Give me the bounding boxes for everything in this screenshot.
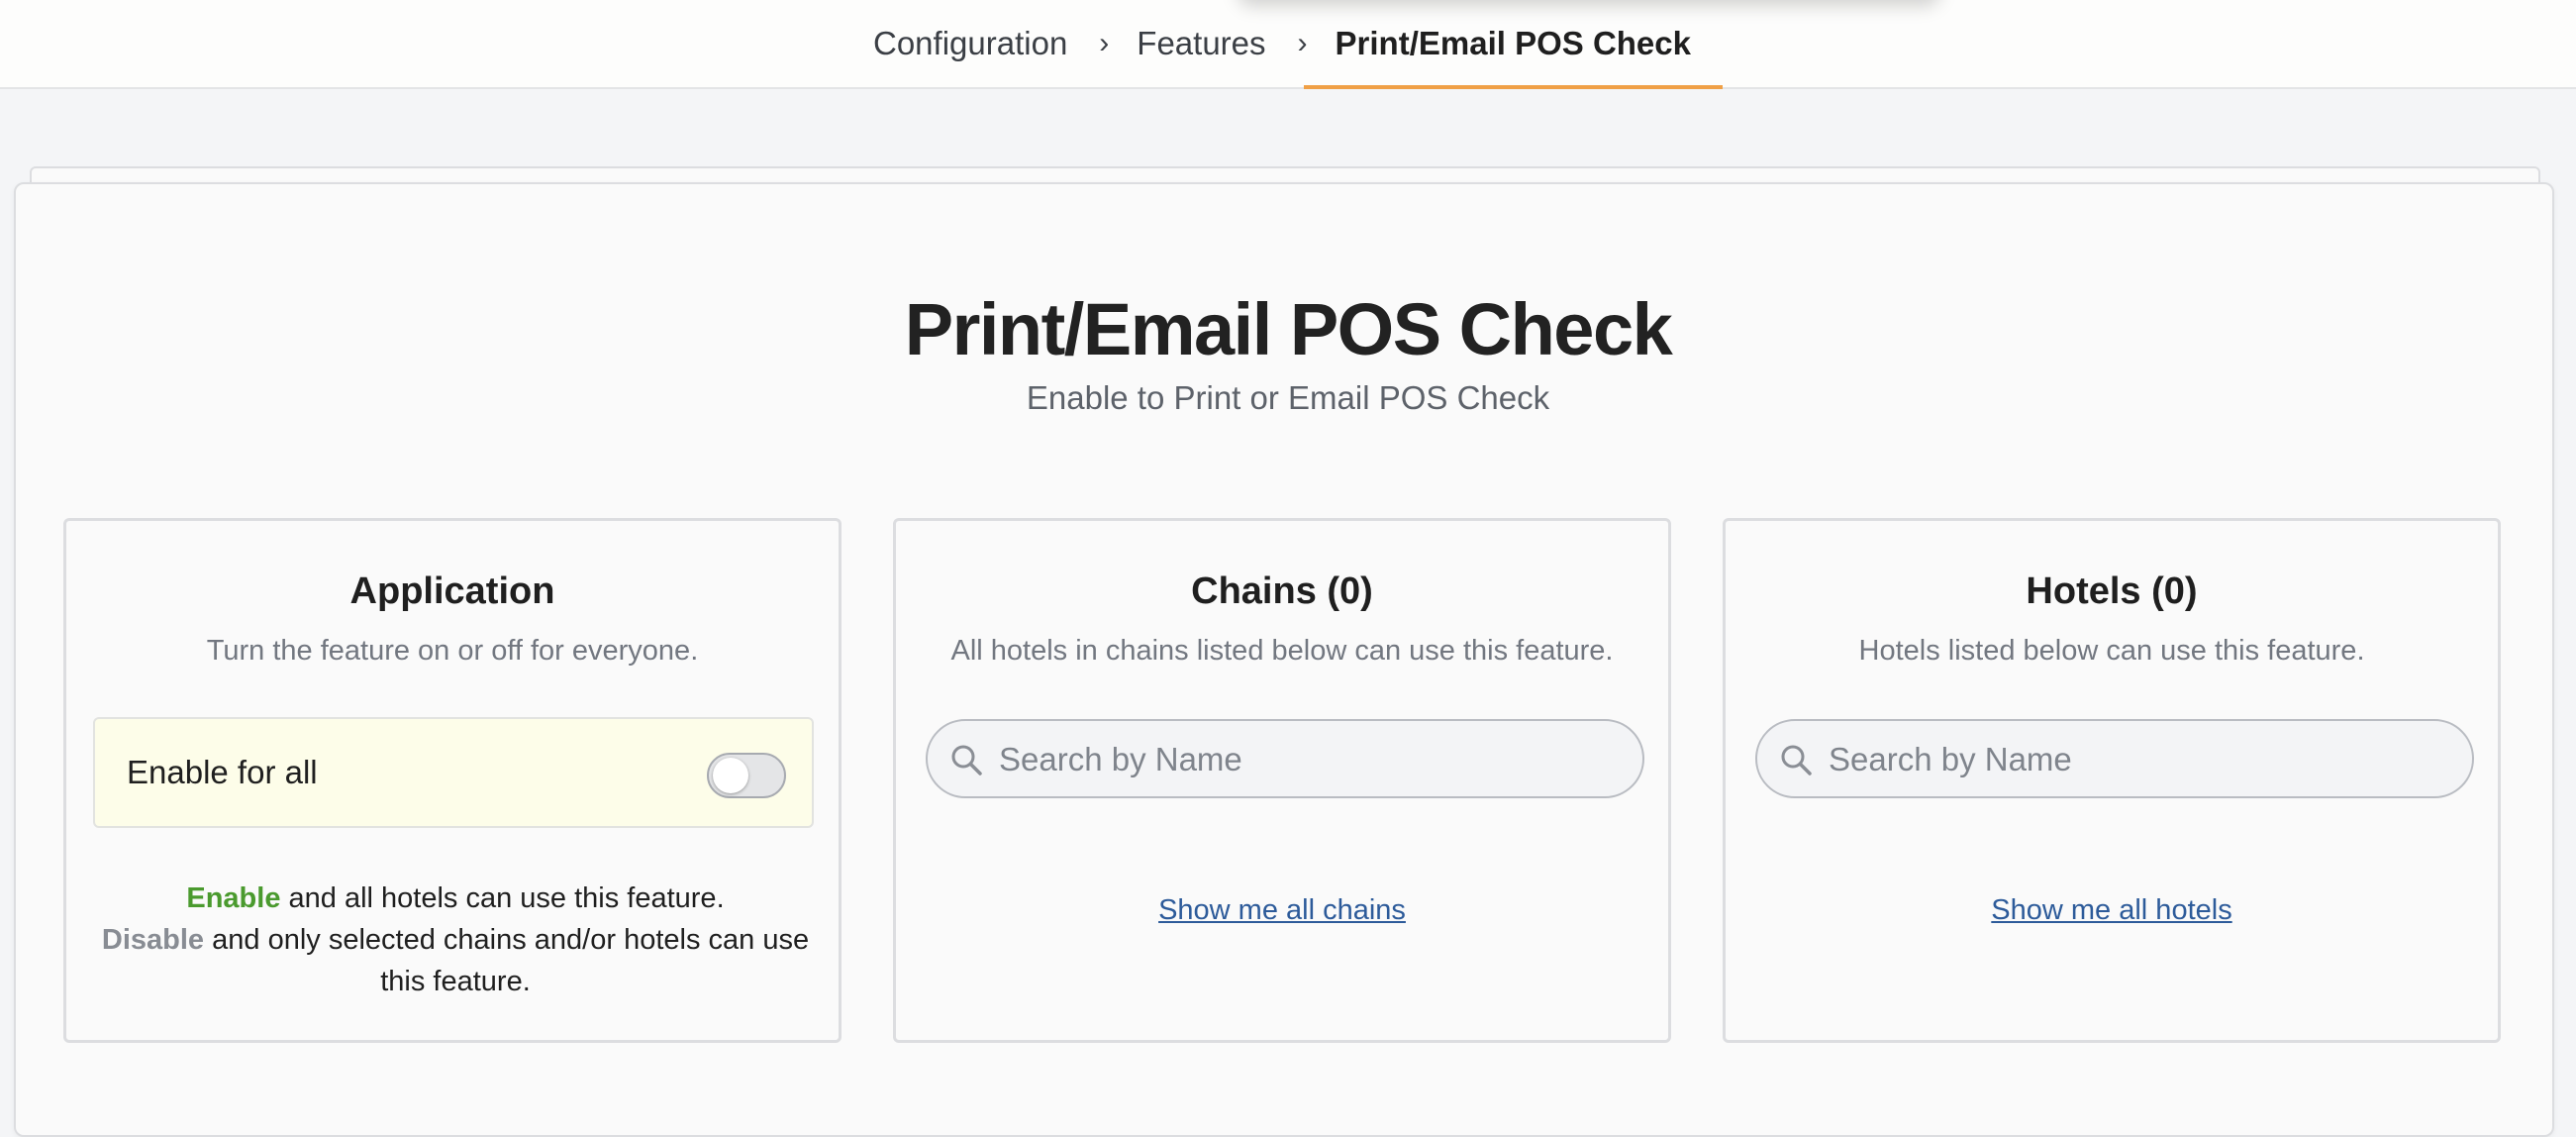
disable-keyword: Disable — [101, 924, 205, 956]
hotels-search-box — [1755, 719, 2474, 798]
enable-for-all-label: Enable for all — [127, 754, 318, 790]
enable-for-all-row: Enable for all — [93, 717, 814, 828]
enable-for-all-toggle[interactable] — [707, 753, 786, 798]
toggle-knob — [713, 758, 748, 793]
enable-keyword: Enable — [186, 882, 281, 914]
chains-panel: Chains (0) All hotels in chains listed b… — [893, 518, 1671, 1043]
hotels-panel: Hotels (0) Hotels listed below can use t… — [1723, 518, 2501, 1043]
chains-description: All hotels in chains listed below can us… — [950, 635, 1614, 667]
application-panel: Application Turn the feature on or off f… — [63, 518, 842, 1043]
search-icon — [1781, 745, 1812, 775]
chains-search-box — [926, 719, 1644, 798]
breadcrumb-separator-icon: › — [1297, 27, 1308, 59]
application-description: Turn the feature on or off for everyone. — [206, 635, 699, 667]
application-title: Application — [349, 570, 555, 612]
show-all-hotels-container: Show me all hotels — [1726, 894, 2498, 927]
top-navigation-bar: Configuration › Features › Print/Email P… — [0, 0, 2576, 89]
disable-explanation: and only selected chains and/or hotels c… — [204, 924, 810, 997]
show-all-chains-link[interactable]: Show me all chains — [1158, 894, 1406, 926]
enable-explanation: and all hotels can use this feature. — [280, 882, 725, 914]
chains-search-input[interactable] — [997, 721, 1615, 798]
show-all-hotels-link[interactable]: Show me all hotels — [1991, 894, 2231, 926]
breadcrumb-configuration[interactable]: Configuration — [873, 25, 1067, 62]
breadcrumb: Configuration › Features › Print/Email P… — [873, 0, 1724, 89]
page-subtitle: Enable to Print or Email POS Check — [1026, 379, 1550, 416]
hotels-title: Hotels (0) — [2026, 570, 2198, 612]
show-all-chains-container: Show me all chains — [896, 894, 1668, 927]
breadcrumb-current[interactable]: Print/Email POS Check — [1303, 0, 1724, 89]
page-title: Print/Email POS Check — [904, 288, 1673, 370]
hotels-search-input[interactable] — [1827, 721, 2444, 798]
breadcrumb-separator-icon: › — [1099, 27, 1110, 59]
chains-title: Chains (0) — [1191, 570, 1373, 612]
breadcrumb-features[interactable]: Features — [1137, 25, 1265, 62]
hotels-description: Hotels listed below can use this feature… — [1858, 635, 2365, 667]
search-icon — [951, 745, 982, 775]
application-help-text: Enable and all hotels can use this featu… — [86, 878, 825, 1002]
